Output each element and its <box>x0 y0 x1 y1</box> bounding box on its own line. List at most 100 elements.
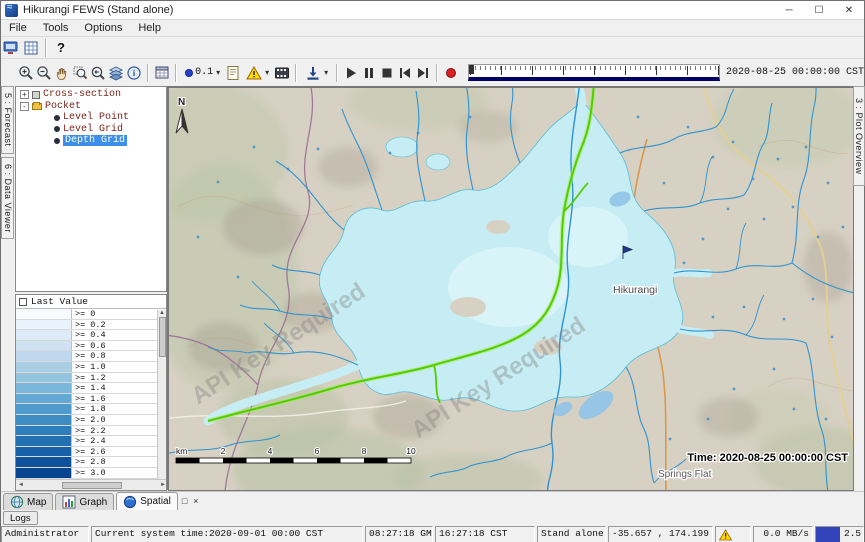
tree-expander-icon[interactable]: + <box>20 90 29 99</box>
zoom-in-icon[interactable] <box>17 63 35 83</box>
skip-to-start-button[interactable] <box>396 63 414 83</box>
tree-item-level-point[interactable]: Level Point <box>16 112 166 124</box>
tab-label: Map <box>27 497 46 508</box>
legend-swatch <box>16 320 72 330</box>
tab-forecast[interactable]: 5 : Forecast <box>1 86 14 154</box>
tab-plot-overview[interactable]: 3 : Plot Overview <box>853 86 865 186</box>
legend-swatch <box>16 351 72 361</box>
memory-usage-bar <box>816 527 840 542</box>
scrollbar-thumb[interactable] <box>159 317 166 357</box>
panel-close-button[interactable]: × <box>191 496 200 506</box>
tree-item-depth-grid[interactable]: Depth Grid <box>16 135 166 147</box>
scale-tick: 8 <box>362 446 367 456</box>
scale-tick: 2 <box>221 446 226 456</box>
tab-data-viewer[interactable]: 6 : Data Viewer <box>1 157 14 240</box>
legend-panel: Last Value >= 0>= 0.2>= 0.4>= 0.6>= 0.8>… <box>15 294 167 491</box>
toolbar-separator <box>175 64 177 82</box>
tree-item-label: Level Point <box>63 112 129 123</box>
legend-label: >= 2.0 <box>72 415 166 425</box>
close-button[interactable]: ✕ <box>834 1 864 19</box>
tree-item-level-grid[interactable]: Level Grid <box>16 124 166 136</box>
zoom-previous-icon[interactable] <box>89 63 107 83</box>
chevron-down-icon: ▾ <box>265 68 269 77</box>
tree-item-label: Level Grid <box>63 124 123 135</box>
menu-file[interactable]: File <box>1 21 35 35</box>
legend-swatch <box>16 362 72 372</box>
legend-row: >= 1.6 <box>16 394 166 405</box>
database-icon[interactable] <box>1 38 21 58</box>
tab-map[interactable]: Map <box>3 493 53 510</box>
window-title: Hikurangi FEWS (Stand alone) <box>23 4 774 16</box>
scroll-left-icon[interactable]: ◄ <box>18 482 24 488</box>
tab-graph[interactable]: Graph <box>55 493 114 510</box>
status-local-time: 16:27:18 CST <box>435 526 535 542</box>
map-view[interactable]: API Key Required API Key Required Hikura… <box>167 86 853 490</box>
scroll-up-icon[interactable]: ▲ <box>159 310 165 316</box>
title-bar[interactable]: Hikurangi FEWS (Stand alone) ─ ☐ ✕ <box>1 1 864 20</box>
minimize-button[interactable]: ─ <box>774 1 804 19</box>
menu-help[interactable]: Help <box>130 21 169 35</box>
info-icon[interactable]: i <box>125 63 143 83</box>
legend-row: >= 1.8 <box>16 404 166 415</box>
profile-document-icon[interactable] <box>224 63 242 83</box>
play-button[interactable] <box>342 63 360 83</box>
chevron-down-icon: ▾ <box>324 68 328 77</box>
globe-icon <box>10 495 24 509</box>
warning-threshold-selector[interactable]: ▾ <box>242 63 273 83</box>
menu-tools[interactable]: Tools <box>35 21 77 35</box>
help-button[interactable]: ? <box>51 38 71 58</box>
fews-window: Hikurangi FEWS (Stand alone) ─ ☐ ✕ File … <box>0 0 865 542</box>
tree-item-pocket[interactable]: -Pocket <box>16 101 166 113</box>
movie-export-icon[interactable] <box>273 63 291 83</box>
tree-item-label: Cross-section <box>43 89 121 100</box>
filter-tree[interactable]: + Cross-section-PocketLevel PointLevel Gr… <box>15 86 167 292</box>
grid-display-shortcut-icon[interactable] <box>21 38 41 58</box>
legend-label: >= 1.6 <box>72 394 166 404</box>
town-label: Hikurangi <box>613 284 657 296</box>
legend-title: Last Value <box>31 296 88 307</box>
tree-expander-icon[interactable]: - <box>20 102 29 111</box>
legend-label: >= 0.2 <box>72 320 166 330</box>
panel-maximize-button[interactable]: □ <box>180 496 189 506</box>
legend-swatch <box>16 309 72 319</box>
download-icon <box>305 65 321 81</box>
grid-table-icon[interactable] <box>153 63 171 83</box>
status-warning-cell[interactable] <box>715 526 751 542</box>
toolbar-separator <box>45 39 47 57</box>
svg-text:N: N <box>178 97 185 108</box>
legend-swatch <box>16 394 72 404</box>
scroll-right-icon[interactable]: ► <box>160 482 166 488</box>
record-button[interactable] <box>442 63 460 83</box>
map-canvas[interactable]: API Key Required API Key Required Hikura… <box>168 87 854 491</box>
box-node-icon <box>32 91 40 99</box>
legend-row: >= 1.2 <box>16 373 166 384</box>
maximize-button[interactable]: ☐ <box>804 1 834 19</box>
skip-to-end-button[interactable] <box>414 63 432 83</box>
legend-row: >= 0 <box>16 309 166 320</box>
logs-button[interactable]: Logs <box>3 511 38 525</box>
tree-item-cross-section[interactable]: + Cross-section <box>16 89 166 101</box>
scale-tick: 6 <box>315 446 320 456</box>
zoom-out-icon[interactable] <box>35 63 53 83</box>
scrollbar-thumb[interactable] <box>62 482 122 489</box>
timeline-slider[interactable] <box>468 64 720 81</box>
pause-button[interactable] <box>360 63 378 83</box>
layers-icon[interactable] <box>107 63 125 83</box>
legend-swatch <box>16 404 72 414</box>
legend-label: >= 2.6 <box>72 447 166 457</box>
interval-selector[interactable]: 0.1 ▾ <box>181 65 224 80</box>
tab-spatial[interactable]: Spatial <box>116 492 178 510</box>
export-animation-button[interactable]: ▾ <box>301 63 332 83</box>
dot-node-icon <box>54 138 60 144</box>
legend-vertical-scrollbar[interactable]: ▲ <box>157 310 166 480</box>
pan-hand-icon[interactable] <box>53 63 71 83</box>
last-value-checkbox[interactable] <box>19 298 27 306</box>
zoom-rectangle-icon[interactable] <box>71 63 89 83</box>
logs-row: Logs <box>1 510 864 526</box>
legend-horizontal-scrollbar[interactable]: ◄ ► <box>16 479 167 490</box>
status-gmt-time: 08:27:18 GMT <box>365 526 433 542</box>
menu-options[interactable]: Options <box>76 21 130 35</box>
legend-swatch <box>16 373 72 383</box>
app-logo-icon <box>5 4 18 17</box>
stop-button[interactable] <box>378 63 396 83</box>
